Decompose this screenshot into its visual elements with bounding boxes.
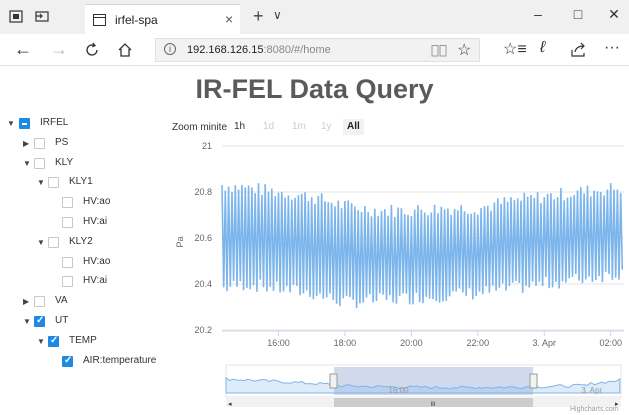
scrollbar-grip-icon[interactable]: III (430, 402, 435, 408)
chart-credits[interactable]: Highcharts.com (570, 406, 619, 413)
y-tick-label: 20.2 (194, 325, 212, 335)
y-tick-label: 20.8 (194, 187, 212, 197)
x-tick-label: 16:00 (267, 338, 290, 348)
x-tick-label: 22:00 (467, 338, 490, 348)
y-tick-label: 20.4 (194, 279, 212, 289)
x-tick-label: 18:00 (334, 338, 357, 348)
scroll-left-icon[interactable]: ◂ (228, 401, 232, 408)
y-axis-title: Pa (175, 236, 185, 247)
x-tick-label: 3. Apr (533, 338, 557, 348)
x-tick-label: 02:00 (599, 338, 622, 348)
navigator-x-tick-label: 3. Apr (581, 386, 602, 395)
navigator-left-handle[interactable] (329, 373, 338, 389)
series-line (221, 183, 624, 309)
line-chart: 21 20.8 20.6 20.4 20.2 16:00 18:00 20:00 22:00 3… (175, 141, 624, 408)
y-tick-label: 21 (202, 141, 212, 151)
x-tick-label: 20:00 (400, 338, 423, 348)
navigator-right-handle[interactable] (529, 373, 538, 389)
navigator-x-tick-label: 16:00 (389, 386, 410, 395)
y-tick-label: 20.6 (194, 233, 212, 243)
